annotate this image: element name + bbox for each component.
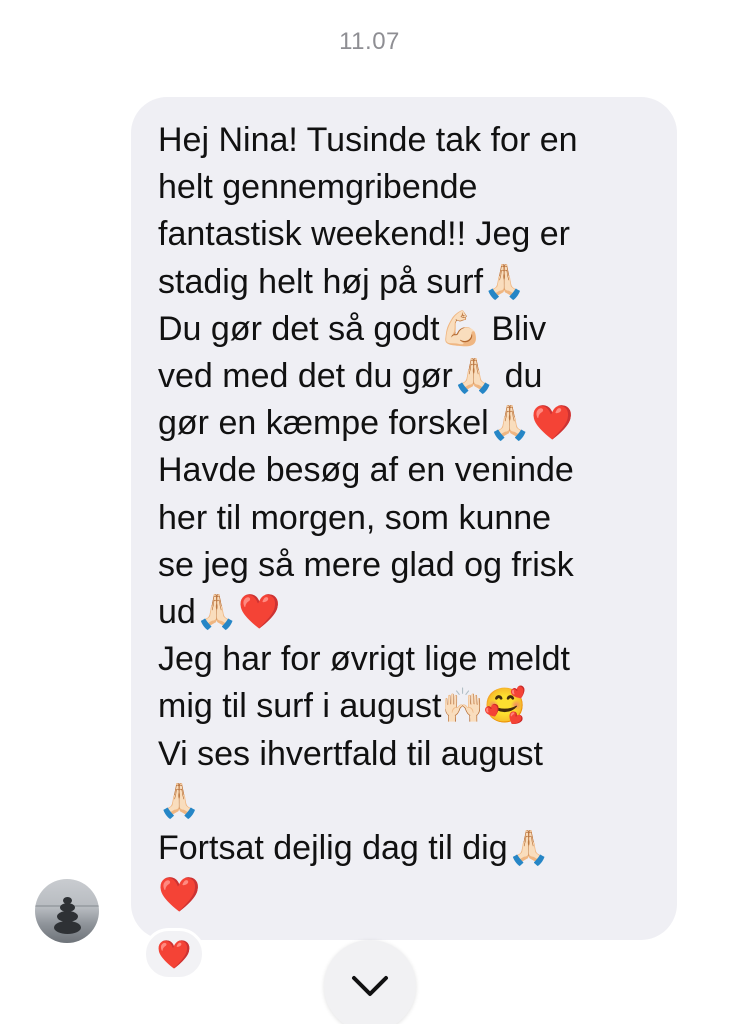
message-line: Hej Nina! Tusinde tak for en <box>158 121 578 159</box>
avatar-stone <box>54 921 81 934</box>
message-line: fantastisk weekend!! Jeg er <box>158 215 571 254</box>
message-line: ved med det du gør🙏🏻 du <box>158 357 543 396</box>
message-line: mig til surf i august🙌🏻🥰 <box>158 687 527 726</box>
message-line: ❤️ <box>158 876 201 915</box>
message-line: se jeg så mere glad og frisk <box>158 545 574 584</box>
message-line: helt gennemgribende <box>158 168 478 207</box>
message-timestamp: 11.07 <box>339 28 400 55</box>
message-line: Jeg har for øvrigt lige meldt <box>158 640 570 679</box>
message-line: 🙏🏻 <box>158 781 201 820</box>
message-bubble[interactable]: Hej Nina! Tusinde tak for en helt gennem… <box>131 97 677 940</box>
message-line: Fortsat dejlig dag til dig🙏🏻 <box>158 829 550 868</box>
heart-reaction[interactable]: ❤️ <box>143 928 205 980</box>
message-line: gør en kæmpe forskel🙏🏻❤️ <box>158 404 574 443</box>
message-line: Vi ses ihvertfald til august <box>158 734 543 773</box>
chat-screen: 11.07 Hej Nina! Tusinde tak for en helt … <box>0 0 739 1024</box>
sender-avatar[interactable] <box>35 879 99 943</box>
scroll-to-bottom-button[interactable] <box>324 940 416 1024</box>
message-line: Havde besøg af en veninde <box>158 451 574 490</box>
message-line: her til morgen, som kunne <box>158 498 552 537</box>
message-line: stadig helt høj på surf🙏🏻 <box>158 262 526 301</box>
heart-icon: ❤️ <box>156 938 192 970</box>
chevron-down-icon <box>352 976 388 996</box>
message-line: ud🙏🏻❤️ <box>158 593 281 632</box>
message-line: Du gør det så godt💪🏻 Bliv <box>158 309 547 348</box>
